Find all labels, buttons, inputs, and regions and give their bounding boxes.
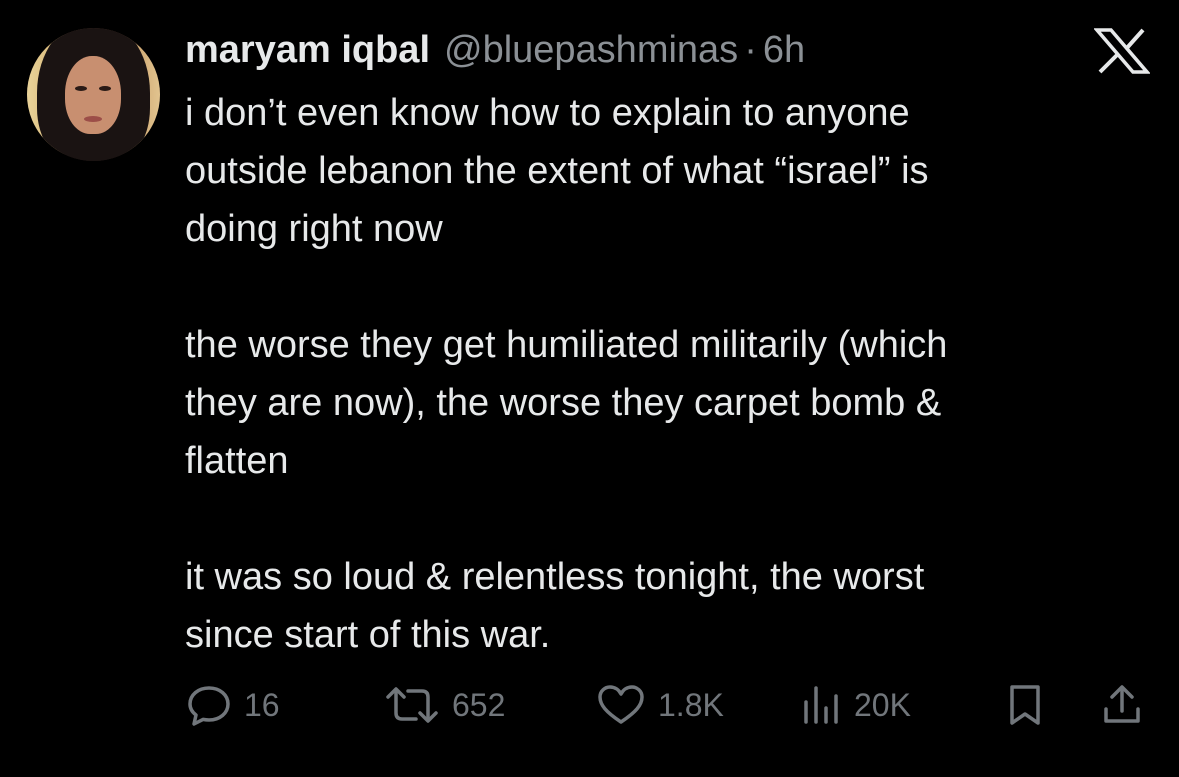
avatar-face [65,56,121,134]
reply-button[interactable]: 16 [186,680,280,730]
author-name[interactable]: maryam iqbal [185,28,430,72]
share-icon [1100,683,1144,727]
bookmark-button[interactable] [1004,680,1046,730]
views-button[interactable]: 20K [800,680,911,730]
repost-count: 652 [452,686,506,723]
tweet-text: i don’t even know how to explain to anyo… [185,84,1145,664]
avatar-eye-left [75,86,87,91]
share-button[interactable] [1100,680,1144,730]
bookmark-icon [1004,683,1046,727]
tweet-paragraph-2: the worse they get humiliated militarily… [185,324,948,482]
avatar[interactable] [27,28,160,161]
reply-icon [186,684,232,726]
tweet-paragraph-1: i don’t even know how to explain to anyo… [185,92,929,250]
x-logo-icon [1093,28,1151,74]
views-count: 20K [854,686,911,723]
like-count: 1.8K [658,686,724,723]
tweet-paragraph-3: it was so loud & relentless tonight, the… [185,556,925,656]
reply-count: 16 [244,686,280,723]
action-bar: 16 652 1.8K 20K [186,680,1146,730]
author-handle[interactable]: @bluepashminas [444,28,738,72]
views-chart-icon [800,684,842,726]
timestamp[interactable]: 6h [763,28,805,72]
repost-icon [384,685,440,725]
like-button[interactable]: 1.8K [596,680,724,730]
separator-dot: · [744,29,757,71]
heart-icon [596,684,646,726]
repost-button[interactable]: 652 [384,680,505,730]
tweet-header: maryam iqbal @bluepashminas · 6h [185,28,805,72]
avatar-eye-right [99,86,111,91]
avatar-mouth [84,116,102,122]
